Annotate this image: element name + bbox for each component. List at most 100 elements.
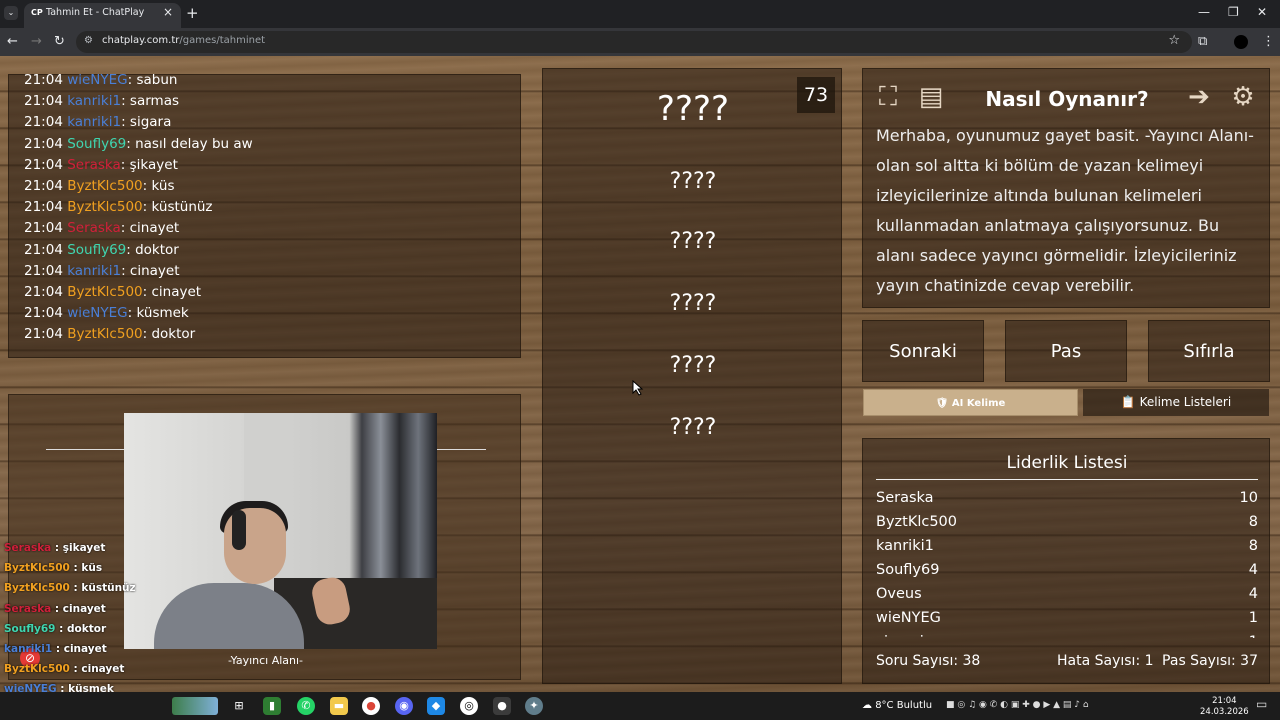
chat-username: wieNYEG: [67, 305, 128, 322]
discord-icon[interactable]: ◉: [395, 697, 413, 715]
chat-message: 21:04 wieNYEG: küsmek: [24, 305, 189, 321]
bookmark-star-icon[interactable]: ☆: [1168, 33, 1180, 48]
chat-time: 21:04: [24, 199, 63, 216]
how-to-play-text: Merhaba, oyunumuz gayet basit. -Yayıncı …: [876, 126, 1254, 295]
chat-text: : cinayet: [142, 284, 202, 300]
chat-text: : küsmek: [127, 305, 189, 322]
taskbar-widget-icon[interactable]: [172, 697, 218, 715]
ai-word-button[interactable]: 🛡 AI Kelime: [863, 389, 1078, 416]
question-count: Soru Sayısı: 38: [876, 653, 981, 669]
overlay-chat-message: ByztKlc500 : küs: [4, 562, 103, 575]
reset-button[interactable]: Sıfırla: [1148, 320, 1270, 382]
taskbar: ⊞ ▮ ✆ ▬ ● ◉ ◆ ◎ ● ✦ ☁ 8°C Bulutlu ■ ◎ ♫ …: [0, 692, 1280, 720]
weather-widget[interactable]: ☁ 8°C Bulutlu: [862, 700, 932, 711]
pass-button[interactable]: Pas: [1005, 320, 1127, 382]
chat-panel: 21:04 wieNYEG: sabun 21:04 kanriki1: sarm…: [8, 72, 521, 358]
chat-message: 21:04 kanriki1: sigara: [24, 114, 171, 130]
system-clock[interactable]: 21:04 24.03.2026: [1200, 696, 1249, 718]
obs-icon[interactable]: ◎: [460, 697, 478, 715]
chat-message: 21:04 Seraska: şikayet: [24, 157, 178, 173]
whatsapp-icon[interactable]: ✆: [297, 697, 315, 715]
chat-text: : cinayet: [120, 220, 180, 237]
chat-username: Seraska: [67, 156, 121, 173]
chrome-icon[interactable]: ●: [362, 697, 380, 715]
chat-text: : küs: [142, 178, 175, 194]
tab-title: Tahmin Et - ChatPlay: [46, 7, 145, 18]
chat-username: kanriki1: [67, 93, 122, 110]
chat-username: ByztKlc500: [67, 199, 143, 216]
chat-message: 21:04 wieNYEG: sabun: [24, 72, 177, 88]
leaderboard-row: kanriki1 8: [876, 536, 1258, 560]
leaderboard-title: Liderlik Listesi: [1006, 453, 1128, 473]
player-score: 4: [1248, 586, 1258, 602]
leaderboard-row: cigercimemo 1: [876, 632, 1258, 638]
tab-search-icon[interactable]: ⌄: [4, 6, 18, 20]
hidden-word: ????: [669, 415, 717, 440]
hidden-word: ????: [669, 353, 717, 378]
player-score: 1: [1249, 634, 1258, 638]
reload-icon[interactable]: ↻: [54, 34, 65, 49]
overlay-chat-message: Soufly69 : doktor: [4, 622, 107, 635]
next-button[interactable]: Sonraki: [862, 320, 984, 382]
chrome-active-icon[interactable]: ●: [493, 697, 511, 715]
player-score: 8: [1248, 538, 1258, 554]
browser-tabbar: ⌄ CP Tahmin Et - ChatPlay × + — ❐ ✕: [0, 0, 1280, 28]
chat-text: : sabun: [127, 72, 178, 88]
hidden-word: ????: [669, 229, 717, 254]
browser-tab[interactable]: CP Tahmin Et - ChatPlay ×: [24, 3, 181, 28]
chat-time: 21:04: [24, 178, 63, 194]
chat-message: 21:04 kanriki1: sarmas: [24, 93, 179, 109]
player-score: 8: [1248, 514, 1258, 530]
leaderboard-row: ByztKlc500 8: [876, 512, 1258, 536]
tray-icons[interactable]: ■ ◎ ♫ ◉ ✆ ◐ ▣ ✚ ● ▶ ▲ ▤ ♪ ⌂: [946, 700, 1089, 710]
restore-icon[interactable]: ❐: [1228, 5, 1239, 19]
notifications-icon[interactable]: ▭: [1256, 697, 1267, 711]
chat-time: 21:04: [24, 93, 63, 110]
task-view-icon[interactable]: ⊞: [230, 697, 248, 715]
file-explorer-icon[interactable]: ▬: [330, 697, 348, 715]
new-tab-icon[interactable]: +: [186, 4, 199, 22]
app-icon-3[interactable]: ✦: [525, 697, 543, 715]
overlay-chat-message: kanriki1 : cinayet: [4, 643, 107, 655]
chat-username: ByztKlc500: [67, 178, 143, 194]
app-icon[interactable]: ▮: [263, 697, 281, 715]
chat-text: : nasıl delay bu aw: [126, 135, 253, 152]
word-lists-button[interactable]: 📋 Kelime Listeleri: [1083, 389, 1269, 416]
forward-icon[interactable]: →: [31, 34, 42, 49]
leaderboard-row: Seraska 10: [876, 488, 1258, 512]
chat-username: Seraska: [67, 220, 121, 237]
chat-username: Soufly69: [67, 135, 127, 152]
player-name: Seraska: [876, 490, 934, 506]
address-toolbar: ← → ↻ ⚙ chatplay.com.tr/games/tahminet ☆…: [0, 28, 1280, 56]
chat-username: kanriki1: [67, 262, 122, 279]
chat-username: ByztKlc500: [67, 326, 143, 343]
site-info-icon[interactable]: ⚙: [84, 35, 93, 46]
how-to-play-panel: ⛶ ▤ ➔ ⚙ Nasıl Oynanır? Merhaba, oyunumuz…: [862, 68, 1270, 308]
game-page: 21:04 wieNYEG: sabun 21:04 kanriki1: sarm…: [0, 56, 1280, 692]
leaderboard-row: wieNYEG 1: [876, 608, 1258, 632]
chat-message: 21:04 ByztKlc500: cinayet: [24, 284, 201, 300]
chat-message: 21:04 kanriki1: cinayet: [24, 263, 180, 279]
minimize-icon[interactable]: —: [1198, 5, 1210, 19]
close-tab-icon[interactable]: ×: [163, 5, 173, 19]
app-icon-2[interactable]: ◆: [427, 697, 445, 715]
leaderboard-row: Oveus 4: [876, 584, 1258, 608]
url-text: chatplay.com.tr/games/tahminet: [102, 35, 266, 46]
extensions-icon[interactable]: ⧉: [1198, 34, 1207, 49]
chat-text: : cinayet: [121, 262, 180, 279]
chat-username: ByztKlc500: [67, 284, 143, 300]
chat-message: 21:04 ByztKlc500: doktor: [24, 326, 195, 342]
profile-avatar[interactable]: [1234, 35, 1248, 49]
menu-icon[interactable]: ⋮: [1262, 34, 1275, 49]
overlay-chat-message: Seraska : şikayet: [4, 542, 106, 554]
leaderboard-list: Seraska 10 ByztKlc500 8 kanriki1 8 Soufly69 4 Ov…: [876, 488, 1258, 638]
chat-time: 21:04: [24, 305, 63, 322]
hidden-word: ????: [669, 291, 717, 316]
overlay-chat-message: Seraska : cinayet: [4, 602, 106, 615]
close-window-icon[interactable]: ✕: [1257, 5, 1267, 19]
chat-time: 21:04: [24, 220, 63, 237]
url-bar[interactable]: ⚙ chatplay.com.tr/games/tahminet ☆: [76, 31, 1192, 53]
back-icon[interactable]: ←: [7, 34, 18, 49]
chat-text: : sigara: [121, 114, 172, 131]
leaderboard-panel: Liderlik Listesi Seraska 10 ByztKlc500 8 kan…: [862, 438, 1270, 684]
